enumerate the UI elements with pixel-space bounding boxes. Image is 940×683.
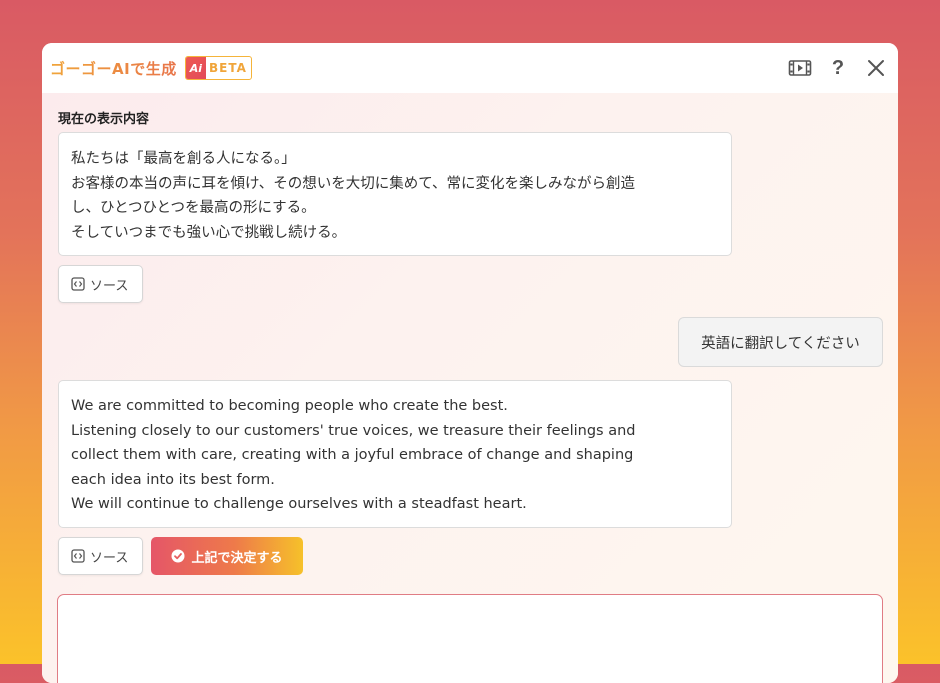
view-source-label: ソース: [90, 278, 129, 294]
dialog-header: ゴーゴーAIで生成 Ai BETA ?: [42, 43, 898, 93]
confirm-button-label: 上記で決定する: [191, 550, 283, 566]
response-line: collect them with care, creating with a …: [71, 447, 634, 463]
code-icon: [71, 549, 85, 563]
check-circle-icon: [171, 549, 185, 563]
help-icon[interactable]: ?: [826, 56, 850, 80]
beta-badge: Ai BETA: [184, 56, 252, 80]
help-glyph: ?: [831, 56, 845, 79]
response-line: Listening closely to our customers' true…: [71, 422, 636, 439]
ai-generate-dialog: ゴーゴーAIで生成 Ai BETA ? 現在の表示内容 私たちは「最高を創る人に…: [42, 43, 898, 683]
ai-logo-icon: Ai: [185, 57, 206, 79]
ai-response-box: We are committed to becoming people who …: [58, 380, 732, 528]
user-message-text: 英語に翻訳してください: [701, 335, 860, 352]
response-line: We will continue to challenge ourselves …: [71, 496, 527, 512]
beta-label: BETA: [209, 61, 247, 75]
response-source-button[interactable]: ソース: [58, 537, 143, 575]
chat-area: 現在の表示内容 私たちは「最高を創る人になる。」 お客様の本当の声に耳を傾け、そ…: [42, 93, 898, 683]
dialog-title: ゴーゴーAIで生成: [50, 59, 177, 78]
header-actions: ?: [788, 56, 888, 80]
current-content-label: 現在の表示内容: [58, 112, 150, 127]
view-source-button[interactable]: ソース: [58, 265, 143, 303]
content-line: 私たちは「最高を創る人になる。」: [71, 151, 296, 167]
response-line: each idea into its best form.: [71, 471, 275, 488]
code-icon: [71, 277, 85, 291]
video-icon[interactable]: [788, 56, 812, 80]
response-source-label: ソース: [90, 550, 129, 566]
prompt-input[interactable]: [57, 594, 883, 683]
content-line: し、ひとつひとつを最高の形にする。: [71, 200, 316, 216]
current-content-box: 私たちは「最高を創る人になる。」 お客様の本当の声に耳を傾け、その想いを大切に集…: [58, 132, 732, 256]
confirm-button[interactable]: 上記で決定する: [151, 537, 303, 575]
response-line: We are committed to becoming people who …: [71, 398, 508, 414]
user-message-bubble: 英語に翻訳してください: [678, 317, 883, 367]
content-line: そしていつまでも強い心で挑戦し続ける。: [71, 224, 347, 241]
content-line: お客様の本当の声に耳を傾け、その想いを大切に集めて、常に変化を楽しみながら創造: [71, 175, 636, 192]
close-icon[interactable]: [864, 56, 888, 80]
